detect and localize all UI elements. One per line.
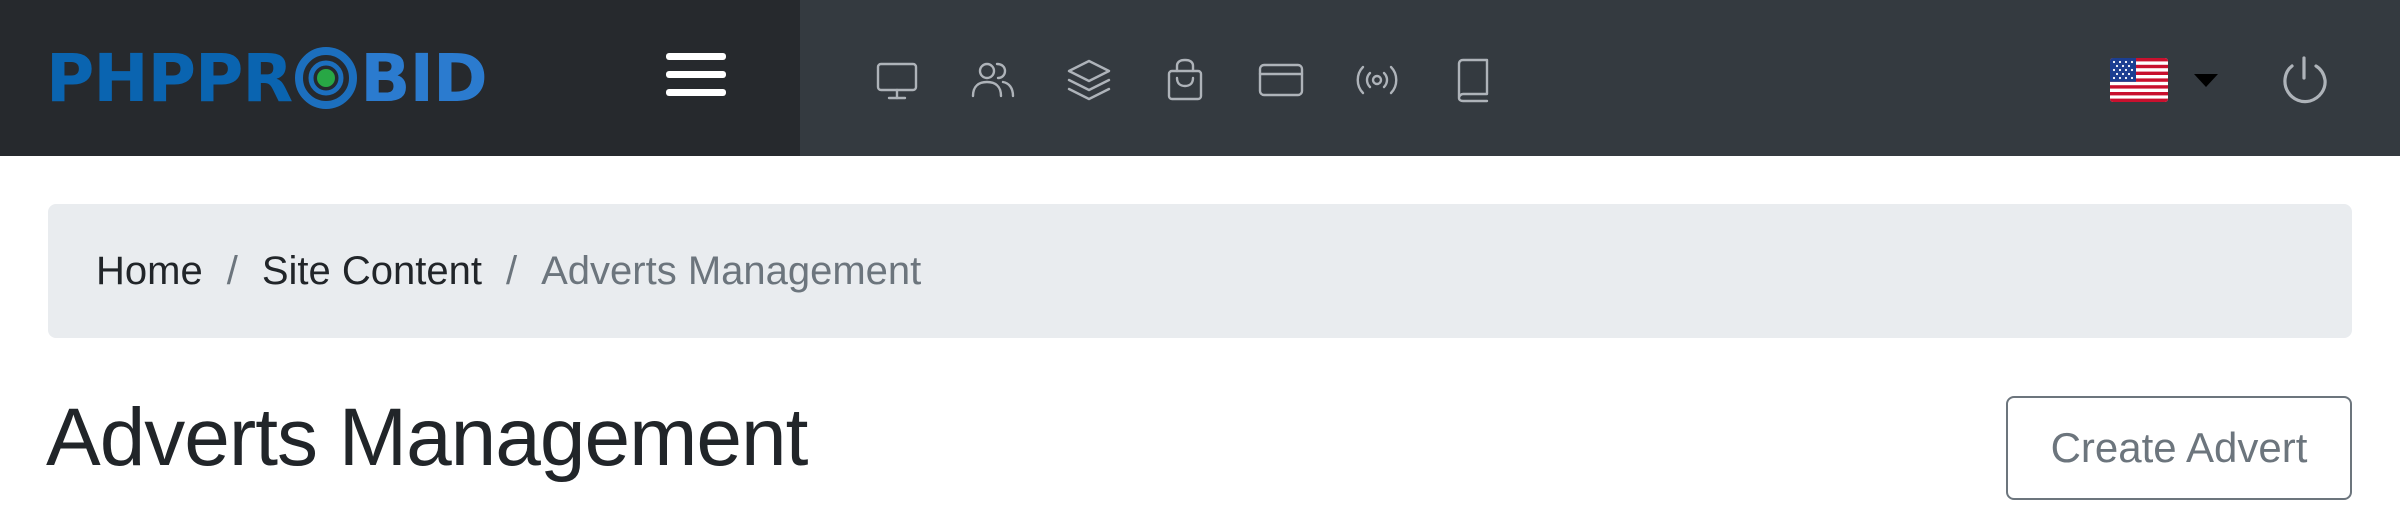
logo-text-part2: BID xyxy=(360,39,488,117)
desktop-icon[interactable] xyxy=(871,54,923,106)
breadcrumb-separator: / xyxy=(505,248,518,293)
breadcrumb-site-content[interactable]: Site Content xyxy=(262,249,482,294)
logo-target-icon xyxy=(295,47,358,109)
broadcast-icon[interactable] xyxy=(1351,54,1403,106)
top-navbar: PHPPR BID xyxy=(0,0,2400,156)
users-icon[interactable] xyxy=(967,54,1019,106)
shopping-bag-icon[interactable] xyxy=(1159,54,1211,106)
credit-card-icon[interactable] xyxy=(1255,54,1307,106)
breadcrumb-home[interactable]: Home xyxy=(96,249,203,294)
layers-icon[interactable] xyxy=(1063,54,1115,106)
breadcrumb-current: Adverts Management xyxy=(541,248,922,293)
hamburger-menu-icon[interactable] xyxy=(666,50,730,100)
power-icon[interactable] xyxy=(2278,52,2330,108)
book-icon[interactable] xyxy=(1447,54,1499,106)
brand-area: PHPPR BID xyxy=(0,0,800,156)
brand-logo[interactable]: PHPPR BID xyxy=(46,34,488,122)
logo-text-part1: PHPPR xyxy=(46,39,293,117)
us-flag-icon xyxy=(2110,58,2168,102)
breadcrumb: Home / Site Content / Adverts Management xyxy=(48,204,2352,338)
create-advert-button[interactable]: Create Advert xyxy=(2006,396,2352,500)
caret-down-icon xyxy=(2194,74,2218,87)
page-title: Adverts Management xyxy=(46,392,808,483)
language-selector[interactable] xyxy=(2110,56,2222,108)
breadcrumb-separator: / xyxy=(226,248,238,293)
